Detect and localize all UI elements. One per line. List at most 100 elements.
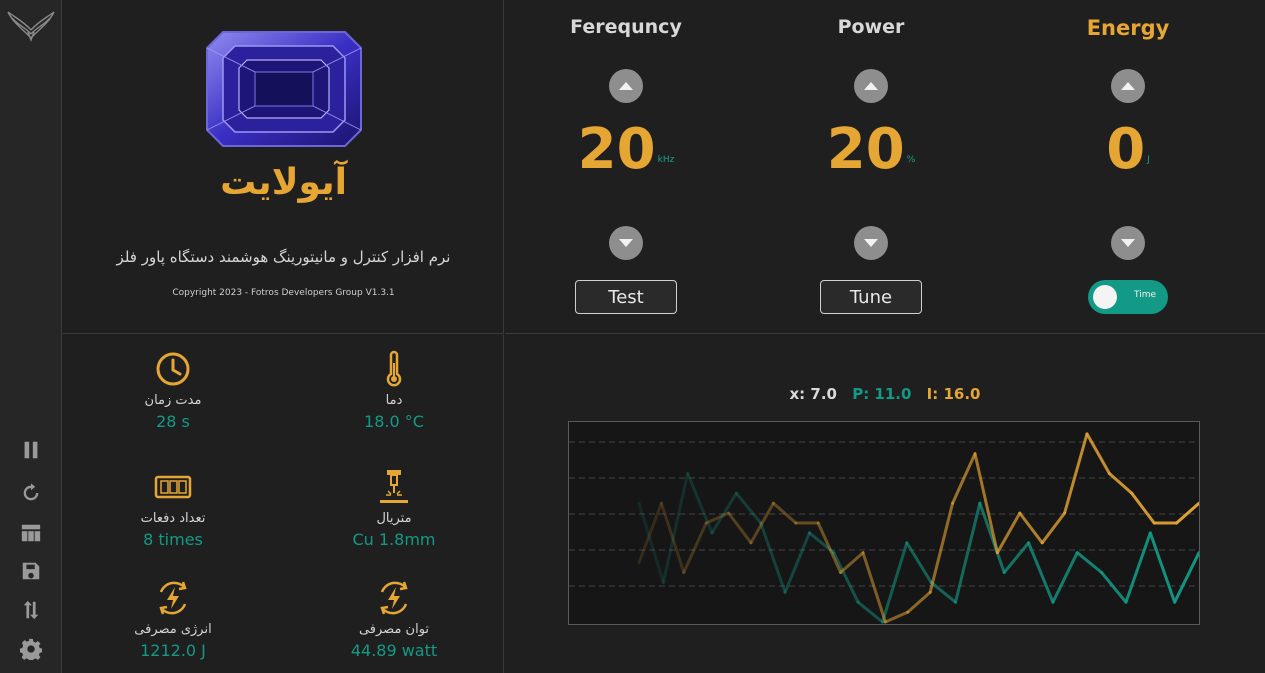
info-panel: آیولایت نرم افزار کنترل و مانیتورینگ هوش… <box>63 0 504 334</box>
stat-value: 28 s <box>156 412 190 431</box>
settings-button[interactable] <box>18 636 44 662</box>
table-button[interactable] <box>18 520 44 546</box>
energy-up-button[interactable] <box>1111 69 1145 103</box>
stat-label: متریال <box>376 511 412 526</box>
gemstone-image <box>206 31 362 147</box>
frequency-unit: kHz <box>657 154 675 165</box>
series-1-segment <box>883 610 910 624</box>
power-readout: 20% <box>771 122 971 178</box>
series-0-segment <box>686 472 714 535</box>
series-0-segment <box>1100 571 1128 604</box>
tune-button[interactable]: Tune <box>820 280 922 314</box>
energy-down-button[interactable] <box>1111 226 1145 260</box>
refresh-icon <box>23 483 39 501</box>
series-1-segment <box>749 501 775 545</box>
arrow-down-icon <box>619 239 633 247</box>
series-0-segment <box>759 521 787 594</box>
save-icon <box>22 562 40 580</box>
test-button[interactable]: Test <box>575 280 677 314</box>
series-0-segment <box>1173 551 1201 604</box>
stat-label: انرژی مصرفی <box>134 622 212 637</box>
series-0-segment <box>783 531 811 594</box>
series-1-segment <box>995 511 1022 555</box>
series-1-segment <box>1107 472 1134 495</box>
series-0-segment <box>1148 531 1177 604</box>
series-1-segment <box>1130 491 1156 525</box>
frequency-up-button[interactable] <box>609 69 643 103</box>
series-1-segment <box>1018 511 1044 545</box>
series-0-segment <box>880 541 909 624</box>
sort-button[interactable] <box>18 597 44 623</box>
stat-energy-consumed: انرژی مصرفی 1212.0 J <box>73 578 273 660</box>
series-1-segment <box>1063 432 1089 515</box>
series-0-segment <box>661 472 690 584</box>
arrow-down-icon <box>864 239 878 247</box>
energy-unit: J <box>1147 154 1150 165</box>
series-0-segment <box>954 501 982 604</box>
frequency-value: 20 <box>577 117 656 182</box>
sort-icon <box>23 600 39 620</box>
readout-i: I: 16.0 <box>926 385 981 403</box>
series-1-segment <box>727 511 753 545</box>
arrow-up-icon <box>864 82 878 90</box>
line-chart <box>568 421 1201 625</box>
series-0-segment <box>734 491 763 525</box>
stat-value: 44.89 watt <box>350 641 438 660</box>
series-1-segment <box>816 521 843 574</box>
frequency-readout: 20 kHz <box>526 122 726 178</box>
series-1-segment <box>1175 501 1201 525</box>
app-window: آیولایت نرم افزار کنترل و مانیتورینگ هوش… <box>0 0 1265 673</box>
arrow-up-icon <box>1121 82 1135 90</box>
power-up-button[interactable] <box>854 69 888 103</box>
energy-cycle-icon <box>153 578 193 618</box>
toggle-knob <box>1093 285 1117 309</box>
frequency-down-button[interactable] <box>609 226 643 260</box>
frequency-title: Ferequncy <box>570 16 682 38</box>
series-1-segment <box>1085 432 1111 475</box>
stat-material: متریال Cu 1.8mm <box>294 467 494 549</box>
series-0-segment <box>905 541 933 584</box>
series-0-segment <box>710 491 738 535</box>
series-0-segment <box>1124 531 1152 604</box>
toggle-label: Time <box>1133 290 1156 300</box>
series-1-segment <box>682 521 708 574</box>
save-button[interactable] <box>18 558 44 584</box>
thermometer-icon <box>374 349 414 389</box>
series-1-segment <box>771 501 798 525</box>
stat-duration: مدت زمان 28 s <box>73 349 273 431</box>
power-title: Power <box>837 16 905 38</box>
power-cycle-icon <box>374 578 414 618</box>
readout-p: P: 11.0 <box>852 385 912 403</box>
stat-count: تعداد دفعات 8 times <box>73 467 273 549</box>
frequency-control: Ferequncy 20 kHz Test <box>526 0 726 334</box>
series-0-segment <box>1075 551 1104 574</box>
clock-icon <box>153 349 193 389</box>
stat-temperature: دما 18.0 °C <box>294 349 494 431</box>
arrow-down-icon <box>1121 239 1135 247</box>
stat-value: Cu 1.8mm <box>352 530 436 549</box>
energy-readout: 0J <box>1028 122 1228 178</box>
sidebar <box>0 0 62 673</box>
table-icon <box>21 524 41 542</box>
energy-title: Energy <box>1086 16 1170 40</box>
pause-button[interactable] <box>18 437 44 463</box>
time-toggle[interactable]: Time <box>1088 280 1168 314</box>
chart-panel: x: 7.0 P: 11.0 I: 16.0 <box>505 335 1265 673</box>
series-0-segment <box>929 580 958 604</box>
arrow-up-icon <box>619 82 633 90</box>
refresh-button[interactable] <box>18 480 44 506</box>
stat-value: 1212.0 J <box>140 641 206 660</box>
counter-icon <box>153 467 193 507</box>
energy-value: 0 <box>1106 117 1146 182</box>
stat-value: 18.0 °C <box>364 412 424 431</box>
stats-panel: مدت زمان 28 s دما 18.0 °C تعداد دفعات 8 … <box>63 335 504 673</box>
series-1-segment <box>928 501 955 594</box>
series-0-segment <box>637 501 665 584</box>
power-down-button[interactable] <box>854 226 888 260</box>
stat-label: توان مصرفی <box>358 622 430 637</box>
settings-icon <box>20 638 42 660</box>
stat-label: تعداد دفعات <box>140 511 206 526</box>
app-title: آیولایت <box>220 162 347 203</box>
series-1-segment <box>906 590 932 614</box>
stat-label: مدت زمان <box>144 393 202 408</box>
